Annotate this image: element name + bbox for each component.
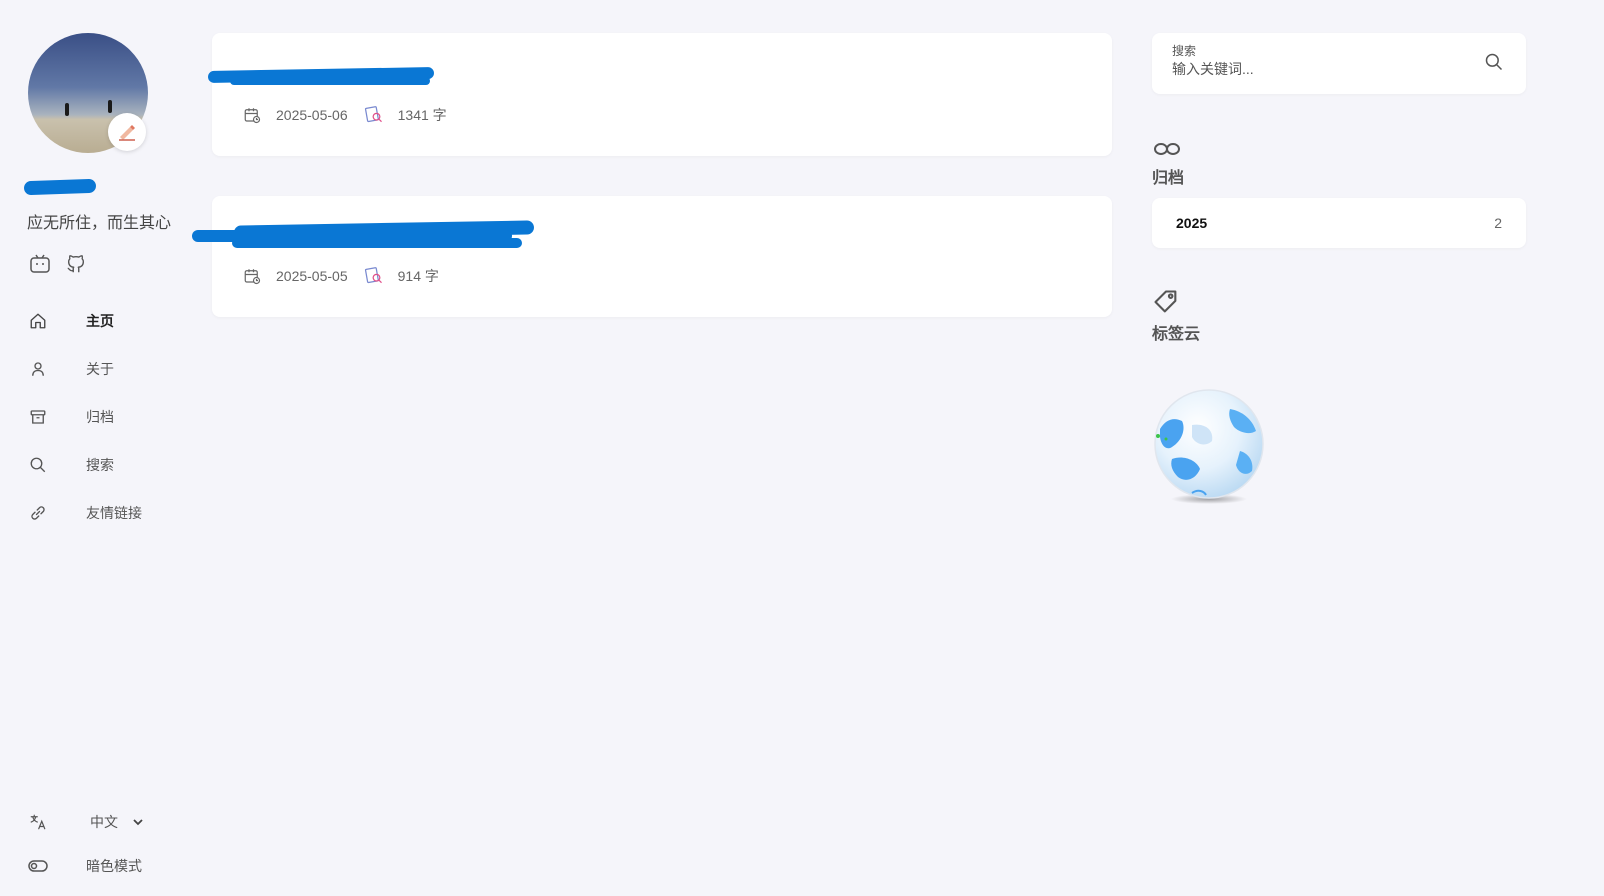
post-meta: 2025-05-06 1341 字 bbox=[242, 105, 447, 125]
bilibili-icon[interactable] bbox=[28, 252, 52, 276]
site-name-redaction bbox=[23, 178, 97, 196]
chevron-down-icon bbox=[132, 816, 144, 828]
menu-item-archive[interactable]: 归档 bbox=[28, 393, 188, 441]
link-icon bbox=[28, 503, 48, 523]
page: 应无所住，而生其心 主页 关于 归档 搜索 友情链接 中文 暗色模式 2025-… bbox=[0, 0, 1604, 896]
search-icon[interactable] bbox=[1484, 52, 1506, 74]
site-motto: 应无所住，而生其心 bbox=[27, 215, 172, 232]
menu-item-label: 归档 bbox=[86, 409, 114, 425]
calendar-icon bbox=[242, 266, 262, 286]
calendar-icon bbox=[242, 105, 262, 125]
infinity-icon bbox=[1152, 138, 1182, 160]
word-count-icon bbox=[364, 266, 384, 286]
bottom-menu: 中文 暗色模式 bbox=[28, 800, 188, 888]
menu-item-label: 关于 bbox=[86, 361, 114, 377]
social-links bbox=[28, 252, 88, 276]
toggle-icon bbox=[28, 856, 48, 876]
menu-item-about[interactable]: 关于 bbox=[28, 345, 188, 393]
search-widget: 搜索 bbox=[1152, 33, 1526, 94]
title-redaction bbox=[232, 238, 522, 248]
post-word-count: 914 字 bbox=[397, 268, 439, 284]
left-sidebar: 应无所住，而生其心 主页 关于 归档 搜索 友情链接 中文 暗色模式 bbox=[0, 0, 200, 896]
post-date: 2025-05-05 bbox=[276, 268, 348, 284]
search-input[interactable] bbox=[1172, 61, 1472, 77]
right-sidebar: 搜索 归档 2025 2 标签云 bbox=[1152, 33, 1526, 507]
dark-mode-label: 暗色模式 bbox=[86, 858, 142, 874]
translate-icon bbox=[28, 812, 48, 832]
menu-item-home[interactable]: 主页 bbox=[28, 297, 188, 345]
archive-row[interactable]: 2025 2 bbox=[1152, 198, 1526, 248]
avatar-container[interactable] bbox=[28, 33, 148, 153]
word-count-icon bbox=[364, 105, 384, 125]
title-redaction bbox=[230, 77, 430, 85]
avatar-figure bbox=[65, 103, 69, 116]
search-label: 搜索 bbox=[1172, 44, 1197, 58]
github-icon[interactable] bbox=[64, 252, 88, 276]
post-card[interactable]: 2025-05-05 914 字 bbox=[192, 196, 1112, 317]
post-meta: 2025-05-05 914 字 bbox=[242, 266, 439, 286]
home-icon bbox=[28, 311, 48, 331]
post-list: 2025-05-06 1341 字 2025-05-05 914 字 bbox=[192, 33, 1112, 317]
dark-mode-toggle[interactable]: 暗色模式 bbox=[28, 844, 188, 888]
user-icon bbox=[28, 359, 48, 379]
archive-widget-title: 归档 bbox=[1152, 170, 1185, 187]
language-label: 中文 bbox=[90, 814, 118, 830]
tag-cloud-title: 标签云 bbox=[1152, 326, 1201, 343]
tag-icon bbox=[1152, 288, 1182, 318]
post-date: 2025-05-06 bbox=[276, 107, 348, 123]
menu-item-label: 搜索 bbox=[86, 457, 114, 473]
avatar-figure bbox=[108, 100, 112, 113]
menu-item-search[interactable]: 搜索 bbox=[28, 441, 188, 489]
archive-icon bbox=[28, 407, 48, 427]
archive-count: 2 bbox=[1494, 215, 1502, 231]
post-word-count: 1341 字 bbox=[397, 107, 447, 123]
menu-item-label: 友情链接 bbox=[86, 505, 142, 521]
menu-item-links[interactable]: 友情链接 bbox=[28, 489, 188, 537]
writing-hand-icon bbox=[108, 113, 146, 151]
main-menu: 主页 关于 归档 搜索 友情链接 bbox=[28, 297, 188, 537]
visitor-globe[interactable] bbox=[1152, 389, 1266, 507]
language-select[interactable]: 中文 bbox=[28, 800, 188, 844]
menu-item-label: 主页 bbox=[86, 313, 114, 329]
search-icon bbox=[28, 455, 48, 475]
post-card[interactable]: 2025-05-06 1341 字 bbox=[207, 33, 1112, 156]
archive-year: 2025 bbox=[1176, 215, 1208, 231]
